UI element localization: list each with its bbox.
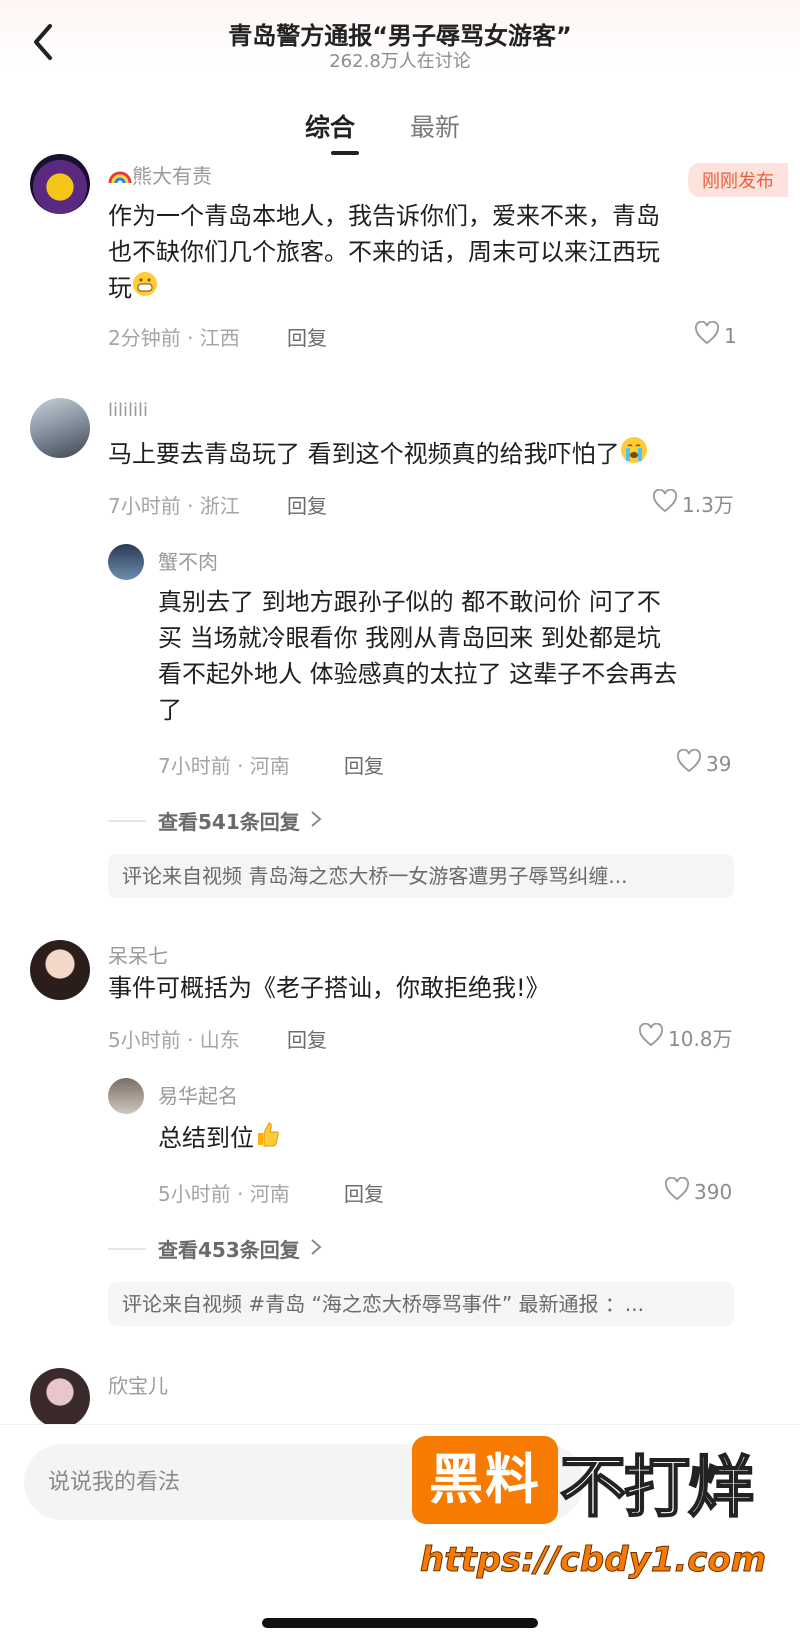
heart-icon: [652, 488, 678, 518]
divider: [108, 1247, 146, 1250]
like-button[interactable]: 39: [676, 748, 732, 778]
tab-indicator: [331, 151, 359, 155]
chevron-right-icon: [310, 809, 322, 833]
view-replies-button[interactable]: 查看541条回复: [108, 806, 322, 835]
watermark-box: 黑料: [412, 1436, 558, 1524]
comment-text: 事件可概括为《老子搭讪，你敢拒绝我!》: [108, 974, 550, 1002]
reply-username[interactable]: 蟹不肉: [158, 546, 218, 575]
like-count: 1.3万: [682, 493, 734, 517]
reply-username[interactable]: 易华起名: [158, 1080, 238, 1109]
comment-username[interactable]: 熊大有责: [108, 160, 212, 190]
avatar[interactable]: [30, 154, 90, 214]
thumbs-up-icon: [254, 1120, 282, 1158]
avatar[interactable]: [30, 940, 90, 1000]
reply-button[interactable]: 回复: [287, 490, 327, 519]
reply-button[interactable]: 回复: [287, 322, 327, 351]
avatar[interactable]: [30, 1368, 90, 1428]
like-count: 39: [706, 751, 732, 776]
discussion-count: 262.8万人在讨论: [329, 51, 471, 72]
reply-button[interactable]: 回复: [344, 750, 384, 779]
tab-latest[interactable]: 最新: [410, 108, 460, 144]
comment-meta: 5小时前 · 山东: [108, 1028, 240, 1052]
reply-button[interactable]: 回复: [287, 1024, 327, 1053]
reply-button[interactable]: 回复: [344, 1178, 384, 1207]
chevron-right-icon: [310, 1237, 322, 1261]
home-indicator: [262, 1618, 538, 1628]
avatar[interactable]: [30, 398, 90, 458]
heart-icon: [694, 320, 720, 350]
heart-icon: [676, 748, 702, 778]
watermark-text: 不打烊: [559, 1448, 755, 1527]
heart-icon: [664, 1176, 690, 1206]
reply-avatar[interactable]: [108, 1078, 144, 1114]
source-video-link[interactable]: 评论来自视频 青岛海之恋大桥一女游客遭男子辱骂纠缠...: [108, 854, 734, 898]
tab-comprehensive[interactable]: 综合: [305, 108, 355, 144]
comment-username[interactable]: lililili: [108, 400, 148, 421]
grin-emoji-icon: [132, 271, 158, 307]
reply-text: 真别去了 到地方跟孙子似的 都不敢问价 问了不 买 当场就冷眼看你 我刚从青岛回…: [158, 588, 678, 724]
reply-avatar[interactable]: [108, 544, 144, 580]
comment-meta: 2分钟前 · 江西: [108, 326, 240, 350]
heart-icon: [638, 1022, 664, 1052]
reply-meta: 5小时前 · 河南: [158, 1182, 290, 1206]
like-button[interactable]: 1.3万: [652, 488, 734, 518]
header: 青岛警方通报“男子辱骂女游客” 262.8万人在讨论 综合 最新: [0, 0, 800, 160]
page-title: 青岛警方通报“男子辱骂女游客”: [228, 22, 572, 50]
like-count: 390: [694, 1179, 733, 1204]
reply-text: 总结到位: [158, 1120, 282, 1158]
like-button[interactable]: 390: [664, 1176, 733, 1206]
crying-emoji-icon: [620, 436, 648, 474]
comment-username[interactable]: 呆呆七: [108, 940, 168, 969]
comment-text: 作为一个青岛本地人，我告诉你们，爱来不来，青岛 也不缺你们几个旅客。不来的话，周…: [108, 198, 660, 307]
like-button[interactable]: 1: [694, 320, 737, 350]
watermark-url: https://cbdy1.com: [419, 1540, 767, 1581]
comment-text: 马上要去青岛玩了 看到这个视频真的给我吓怕了: [108, 436, 648, 474]
comment-username[interactable]: 欣宝儿: [108, 1370, 168, 1399]
source-video-link[interactable]: 评论来自视频 #青岛 “海之恋大桥辱骂事件” 最新通报 ：...: [108, 1282, 734, 1326]
rainbow-icon: [108, 165, 132, 190]
view-replies-button[interactable]: 查看453条回复: [108, 1234, 322, 1263]
just-posted-badge: 刚刚发布: [688, 163, 788, 197]
like-button[interactable]: 10.8万: [638, 1022, 733, 1052]
divider: [108, 819, 146, 822]
like-count: 10.8万: [668, 1027, 733, 1051]
comment-meta: 7小时前 · 浙江: [108, 494, 240, 518]
reply-meta: 7小时前 · 河南: [158, 754, 290, 778]
like-count: 1: [724, 323, 737, 348]
